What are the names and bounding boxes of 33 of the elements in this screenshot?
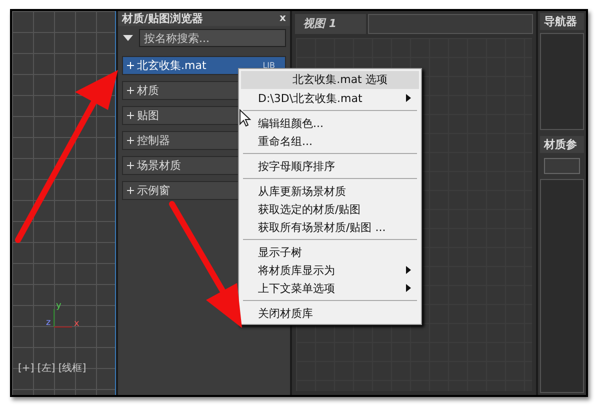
menu-item[interactable]: 获取所有场景材质/贴图 ... [241,218,419,236]
group-label: 北玄收集.mat [137,58,206,73]
group-label: 示例窗 [137,183,170,198]
viewport-label[interactable]: [+] [左] [线框] [18,361,86,375]
menu-header: 北玄收集.mat 选项 [241,71,419,89]
menu-item[interactable]: 获取选定的材质/贴图 [241,200,419,218]
expand-icon[interactable] [127,137,134,144]
group-label: 场景材质 [137,158,181,173]
group-label: 材质 [137,83,159,98]
submenu-arrow-icon [406,284,411,292]
submenu-arrow-icon [406,266,411,274]
name-field[interactable] [544,158,580,174]
menu-item[interactable]: 上下文菜单选项 [241,279,419,297]
group-label: 贴图 [137,108,159,123]
panel-title: 材质/贴图浏览器 [122,11,204,26]
submenu-arrow-icon [406,94,411,102]
menu-item[interactable]: 关闭材质库 [241,304,419,322]
menu-item[interactable]: 显示子树 [241,243,419,261]
menu-item[interactable]: 将材质库显示为 [241,261,419,279]
panel-title: 材质参 [540,136,584,153]
expand-icon[interactable] [127,187,134,194]
dropdown-triangle-icon[interactable] [122,34,134,42]
group-label: 控制器 [137,133,170,148]
expand-icon[interactable] [127,62,134,69]
search-field[interactable]: 按名称搜索... [139,29,286,47]
panel-title: 导航器 [540,13,584,30]
view-tab[interactable]: 视图 1 [295,14,366,34]
expand-icon[interactable] [127,87,134,94]
library-tag: LIB [262,61,275,70]
expand-icon[interactable] [127,112,134,119]
close-button[interactable]: x [280,13,286,24]
mouse-cursor-icon [239,109,251,127]
expand-icon[interactable] [127,162,134,169]
